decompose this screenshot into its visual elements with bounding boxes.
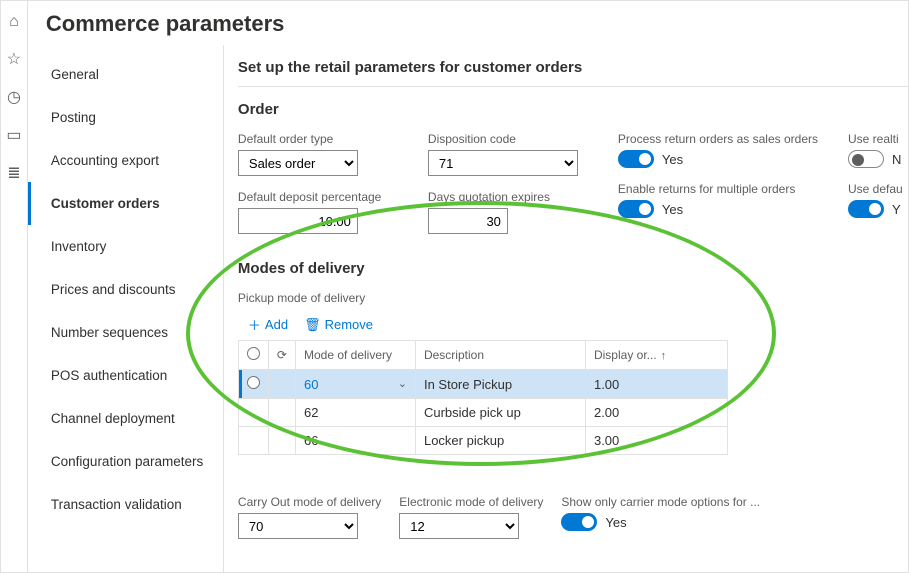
clock-icon[interactable]: ◷ <box>7 87 21 107</box>
sidenav-item-channel-deployment[interactable]: Channel deployment <box>28 397 223 440</box>
mode-cell[interactable]: 66 <box>295 427 415 455</box>
main-area: Commerce parameters General Posting Acco… <box>28 1 908 572</box>
display-cell: 1.00 <box>585 370 727 399</box>
process-return-label: Process return orders as sales orders <box>618 132 818 146</box>
use-realtime-value: N <box>892 152 901 167</box>
order-fields-row: Default order type Sales order Default d… <box>238 132 908 234</box>
disposition-code-label: Disposition code <box>428 132 588 146</box>
page-title: Commerce parameters <box>28 1 908 45</box>
enable-returns-value: Yes <box>662 202 683 217</box>
remove-button[interactable]: 🗑Remove <box>304 315 373 334</box>
select-all-radio[interactable] <box>247 347 260 360</box>
desc-cell: In Store Pickup <box>415 370 585 399</box>
add-button[interactable]: ＋Add <box>248 315 288 334</box>
electronic-select[interactable]: 12 <box>399 513 519 539</box>
divider <box>238 86 908 87</box>
bottom-fields-row: Carry Out mode of delivery 70 Electronic… <box>238 495 908 539</box>
left-icon-bar: ⌂ ☆ ◷ ▭ ≣ <box>1 1 28 572</box>
use-default-toggle[interactable] <box>848 200 884 218</box>
enable-returns-label: Enable returns for multiple orders <box>618 182 818 196</box>
sidenav-item-general[interactable]: General <box>28 53 223 96</box>
order-section-title: Order <box>238 101 908 118</box>
mode-cell[interactable]: 60⌄ <box>295 370 415 399</box>
mode-cell[interactable]: 62 <box>295 399 415 427</box>
carry-out-select[interactable]: 70 <box>238 513 358 539</box>
sidenav-item-accounting-export[interactable]: Accounting export <box>28 139 223 182</box>
days-quotation-expires-input[interactable] <box>428 208 508 234</box>
desc-cell: Curbside pick up <box>415 399 585 427</box>
process-return-value: Yes <box>662 152 683 167</box>
sort-asc-icon: ↑ <box>661 350 667 362</box>
home-icon[interactable]: ⌂ <box>9 13 19 31</box>
sidenav-item-prices-discounts[interactable]: Prices and discounts <box>28 268 223 311</box>
star-icon[interactable]: ☆ <box>7 49 21 69</box>
show-only-carrier-field: Show only carrier mode options for ... Y… <box>561 495 760 539</box>
pickup-mode-label: Pickup mode of delivery <box>238 291 908 305</box>
default-deposit-pct-field: Default deposit percentage <box>238 190 398 234</box>
carry-out-label: Carry Out mode of delivery <box>238 495 381 509</box>
grid-commands: ＋Add 🗑Remove <box>238 311 908 340</box>
disposition-code-field: Disposition code 71 <box>428 132 588 176</box>
display-cell: 2.00 <box>585 399 727 427</box>
sidenav-item-pos-authentication[interactable]: POS authentication <box>28 354 223 397</box>
sidenav-item-configuration-parameters[interactable]: Configuration parameters <box>28 440 223 483</box>
process-return-field: Process return orders as sales orders Ye… <box>618 132 818 168</box>
use-realtime-field: Use realti N <box>848 132 908 168</box>
sidenav-item-posting[interactable]: Posting <box>28 96 223 139</box>
window-icon[interactable]: ▭ <box>6 125 21 145</box>
modes-section-title: Modes of delivery <box>238 260 908 277</box>
chevron-down-icon: ⌄ <box>398 377 407 390</box>
table-row[interactable]: 62 Curbside pick up 2.00 <box>238 399 727 427</box>
electronic-label: Electronic mode of delivery <box>399 495 543 509</box>
list-icon[interactable]: ≣ <box>7 163 20 183</box>
default-order-type-select[interactable]: Sales order <box>238 150 358 176</box>
enable-returns-field: Enable returns for multiple orders Yes <box>618 182 818 218</box>
display-cell: 3.00 <box>585 427 727 455</box>
use-default-field: Use defau Y <box>848 182 908 218</box>
enable-returns-toggle[interactable] <box>618 200 654 218</box>
show-only-carrier-label: Show only carrier mode options for ... <box>561 495 760 509</box>
sidenav-item-customer-orders[interactable]: Customer orders <box>28 182 223 225</box>
days-quotation-expires-label: Days quotation expires <box>428 190 588 204</box>
use-realtime-toggle[interactable] <box>848 150 884 168</box>
use-default-value: Y <box>892 202 901 217</box>
use-default-label: Use defau <box>848 182 908 196</box>
default-deposit-pct-input[interactable] <box>238 208 358 234</box>
plus-icon: ＋ <box>248 315 261 334</box>
process-return-toggle[interactable] <box>618 150 654 168</box>
show-only-carrier-value: Yes <box>605 515 626 530</box>
default-deposit-pct-label: Default deposit percentage <box>238 190 398 204</box>
show-only-carrier-toggle[interactable] <box>561 513 597 531</box>
carry-out-field: Carry Out mode of delivery 70 <box>238 495 381 539</box>
pickup-modes-grid: ⟳ Mode of delivery Description Display o… <box>238 340 728 455</box>
display-col-header[interactable]: Display or...↑ <box>585 341 727 370</box>
disposition-code-select[interactable]: 71 <box>428 150 578 176</box>
mode-col-header[interactable]: Mode of delivery <box>295 341 415 370</box>
sidenav-item-inventory[interactable]: Inventory <box>28 225 223 268</box>
table-row[interactable]: 66 Locker pickup 3.00 <box>238 427 727 455</box>
content-pane: Set up the retail parameters for custome… <box>223 45 908 572</box>
default-order-type-label: Default order type <box>238 132 398 146</box>
sidenav-item-number-sequences[interactable]: Number sequences <box>28 311 223 354</box>
default-order-type-field: Default order type Sales order <box>238 132 398 176</box>
side-nav: General Posting Accounting export Custom… <box>28 45 223 572</box>
refresh-col-header[interactable]: ⟳ <box>268 341 295 370</box>
pane-heading: Set up the retail parameters for custome… <box>238 59 908 76</box>
trash-icon: 🗑 <box>304 317 321 333</box>
use-realtime-label: Use realti <box>848 132 908 146</box>
electronic-field: Electronic mode of delivery 12 <box>399 495 543 539</box>
refresh-icon: ⟳ <box>277 348 287 362</box>
desc-col-header[interactable]: Description <box>415 341 585 370</box>
desc-cell: Locker pickup <box>415 427 585 455</box>
sidenav-item-transaction-validation[interactable]: Transaction validation <box>28 483 223 526</box>
row-radio[interactable] <box>247 376 260 389</box>
select-col-header[interactable] <box>238 341 268 370</box>
days-quotation-expires-field: Days quotation expires <box>428 190 588 234</box>
table-row[interactable]: 60⌄ In Store Pickup 1.00 <box>238 370 727 399</box>
